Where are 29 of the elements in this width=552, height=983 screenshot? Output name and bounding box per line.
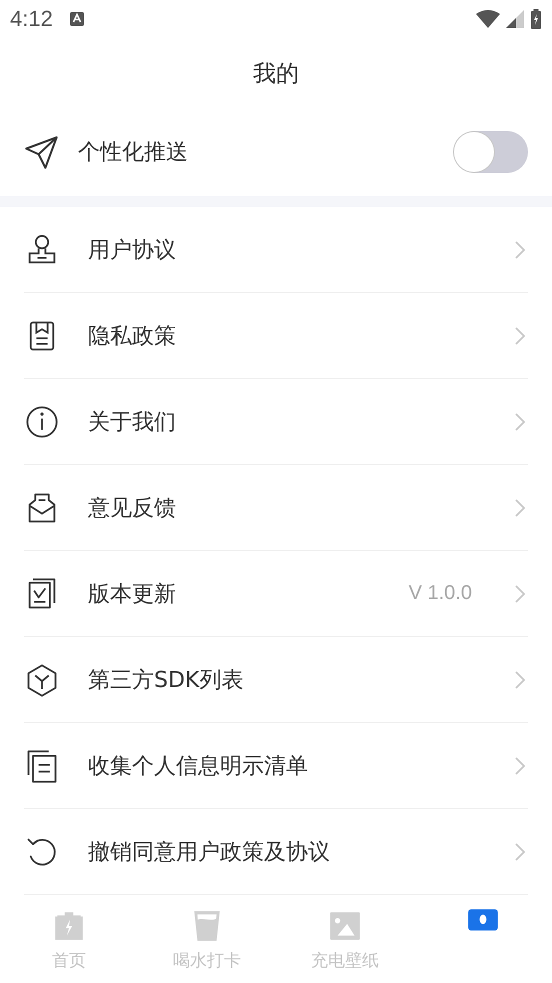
menu-item[interactable]: 第三方SDK列表 — [88, 664, 244, 694]
menu-item[interactable]: 隐私政策 — [88, 320, 176, 350]
menu-item[interactable]: 意见反馈 — [88, 492, 176, 522]
toggle-switch[interactable] — [454, 131, 528, 173]
menu-item[interactable]: 撤销同意用户政策及协议 — [88, 836, 330, 866]
image-icon — [328, 909, 362, 943]
chevron-right-icon — [514, 240, 526, 260]
chevron-right-icon — [514, 412, 526, 432]
chevron-right-icon — [514, 326, 526, 346]
setting-label: 个性化推送 — [78, 139, 188, 167]
info-icon — [24, 404, 60, 440]
chevron-right-icon — [514, 756, 526, 776]
send-icon — [24, 134, 60, 170]
menu-item[interactable]: 关于我们 — [88, 406, 176, 436]
battery-case-icon — [52, 909, 86, 943]
chevron-right-icon — [514, 498, 526, 518]
chevron-right-icon — [514, 670, 526, 690]
wifi-icon — [476, 10, 500, 28]
status-time: 4:12 — [10, 6, 53, 32]
menu-item[interactable]: 收集个人信息明示清单 — [88, 750, 308, 780]
menu-item[interactable]: 用户协议 — [88, 234, 176, 264]
chevron-right-icon — [514, 584, 526, 604]
battery-charging-icon — [530, 9, 542, 29]
page-title: 我的 — [253, 60, 299, 88]
keyboard-notification-icon — [68, 11, 85, 27]
version-text: V 1.0.0 — [408, 582, 472, 605]
chevron-right-icon — [514, 842, 526, 862]
menu-item[interactable]: 版本更新 — [88, 578, 176, 608]
signal-icon — [506, 10, 524, 28]
